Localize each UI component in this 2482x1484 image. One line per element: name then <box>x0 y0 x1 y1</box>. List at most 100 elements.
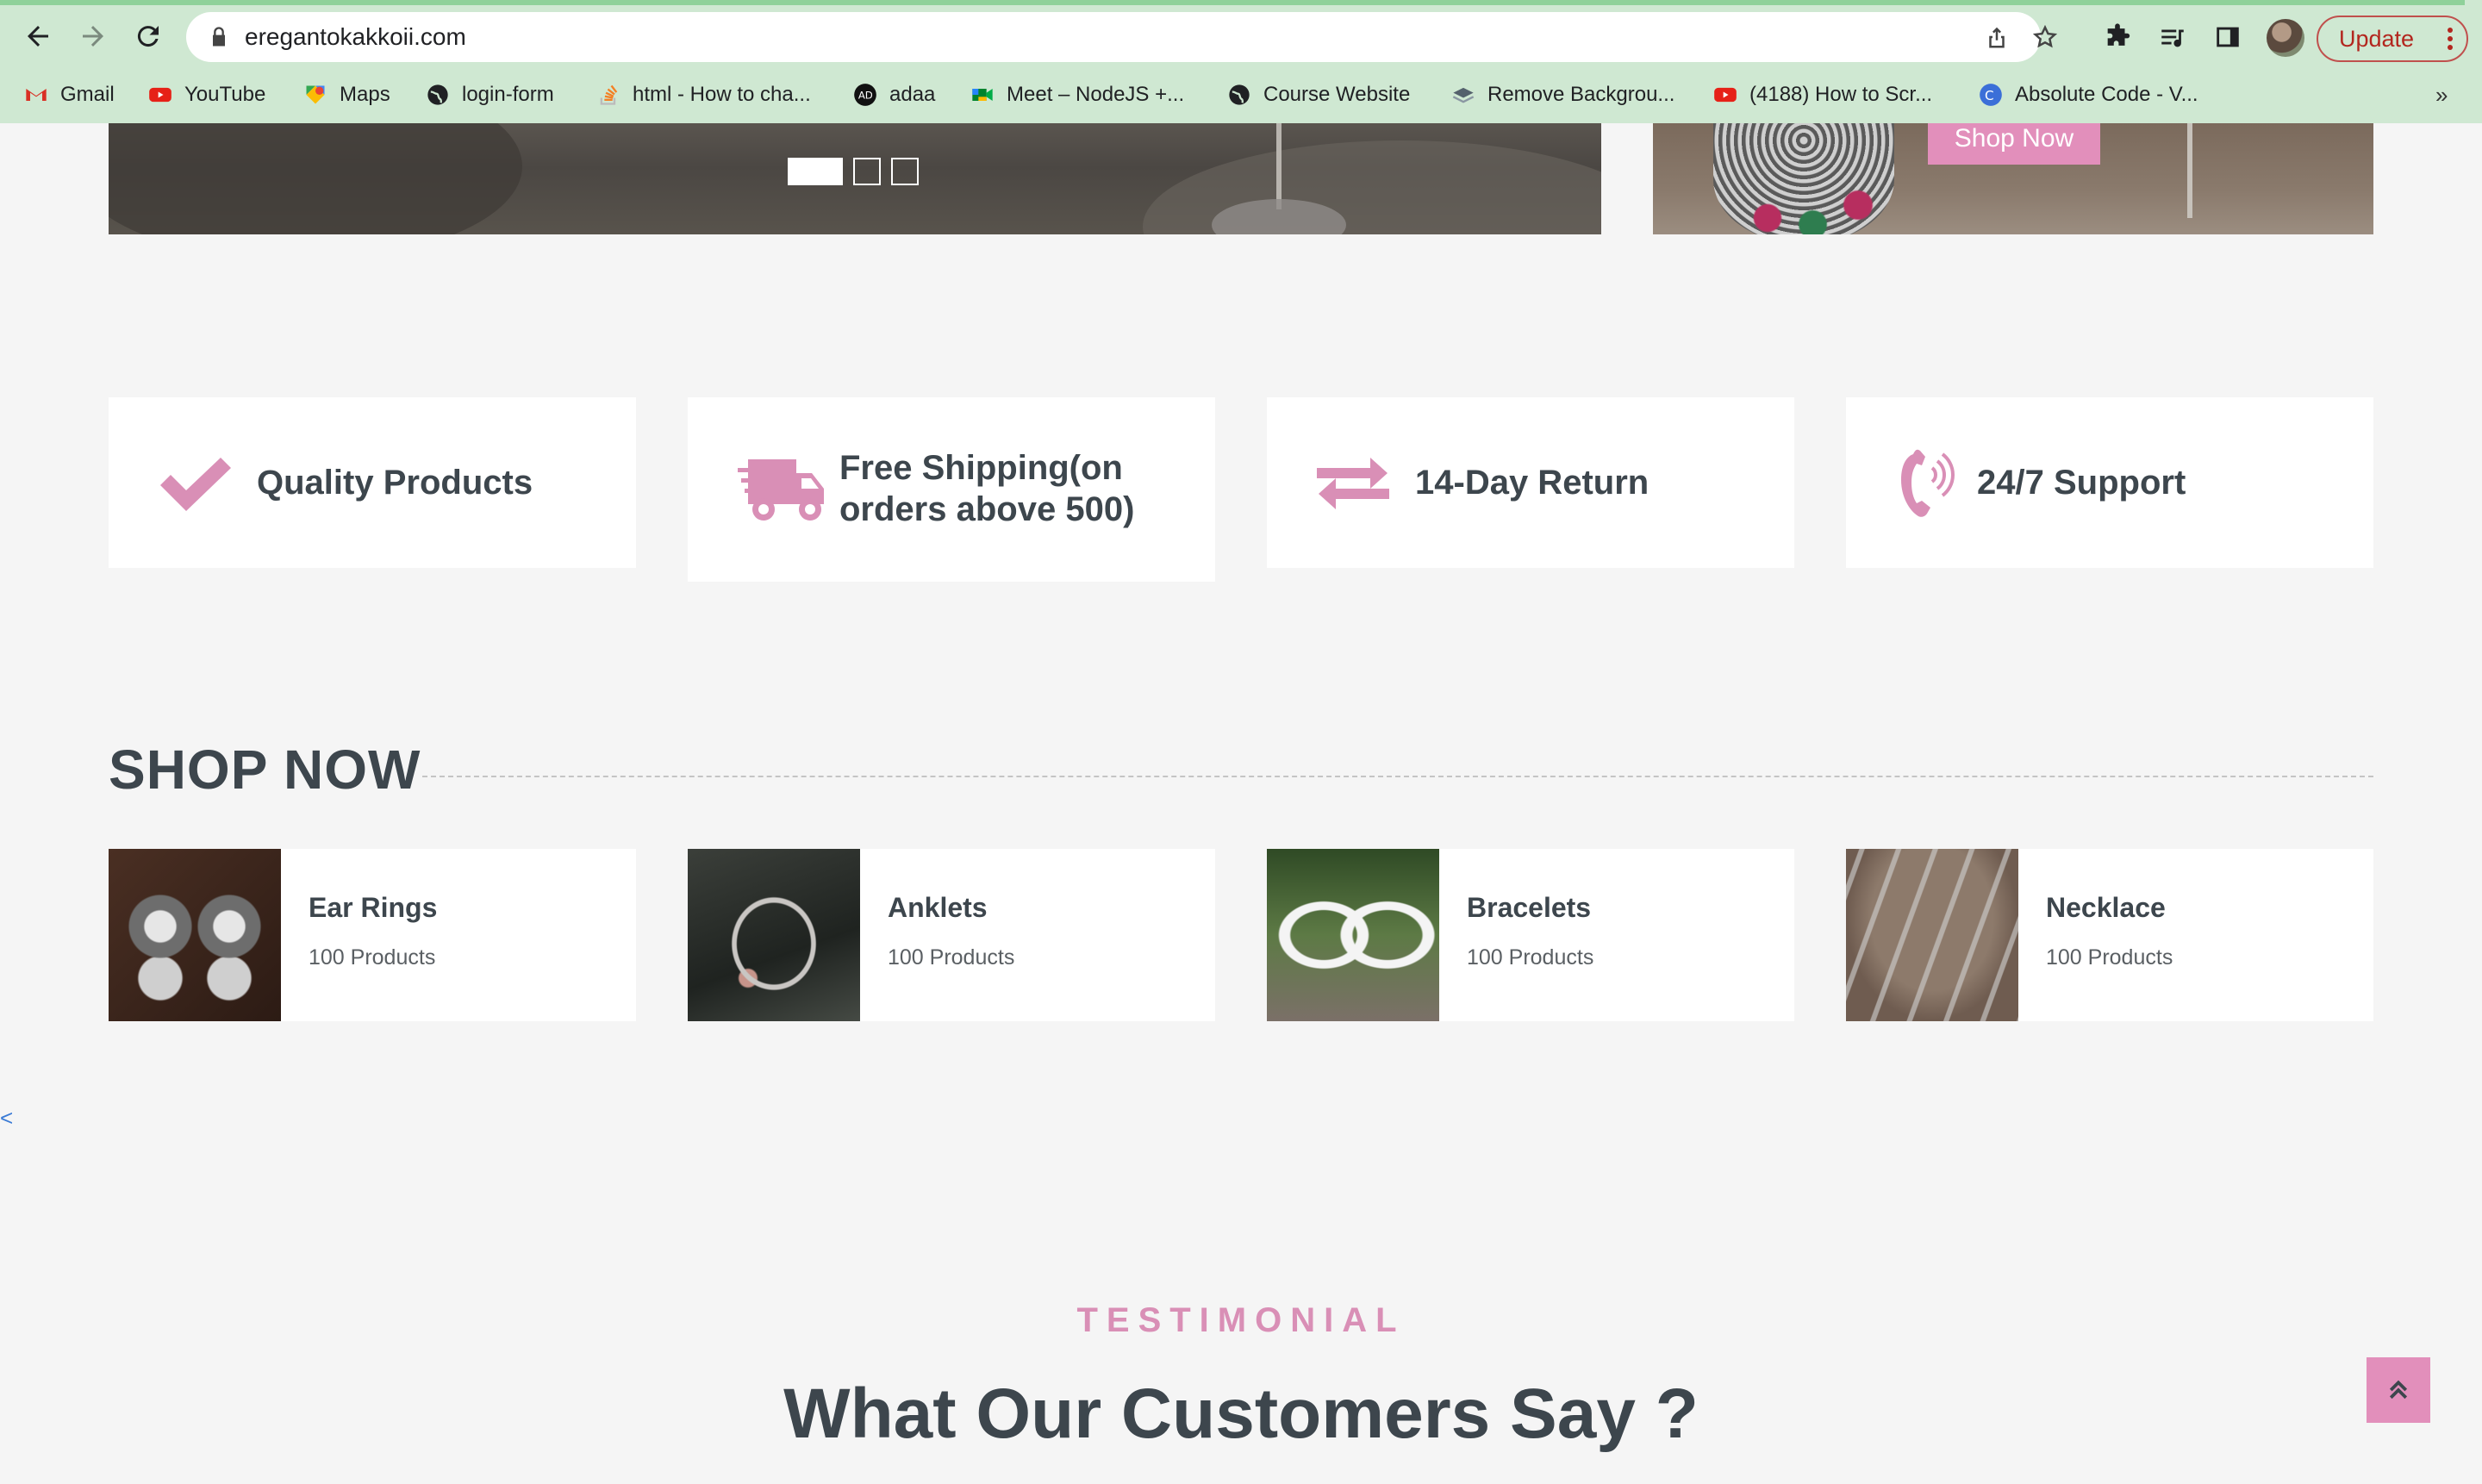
bookmark-absolute-code[interactable]: C Absolute Code - V... <box>1979 76 2198 114</box>
carousel-indicator-3[interactable] <box>891 158 919 185</box>
bookmark-course-website[interactable]: Course Website <box>1227 76 1410 114</box>
maps-icon <box>303 83 327 107</box>
reload-icon <box>137 26 159 47</box>
globe-icon <box>426 83 450 107</box>
bookmarks-overflow-button[interactable]: » <box>2435 76 2448 114</box>
double-chevron-up-icon <box>2389 1380 2408 1400</box>
bookmark-maps[interactable]: Maps <box>303 76 390 114</box>
adaa-icon: AD <box>853 83 877 107</box>
media-queue-icon[interactable] <box>2156 21 2189 53</box>
testimonial-kicker: TESTIMONIAL <box>1076 1301 1406 1339</box>
truck-icon <box>738 454 827 527</box>
bookmark-html-question[interactable]: html - How to cha... <box>596 76 811 114</box>
bookmark-label: Meet – NodeJS +... <box>1007 83 1185 106</box>
bookmarks-bar: Gmail YouTube Maps login-form html - How… <box>0 76 2482 114</box>
feature-free-shipping: Free Shipping(on orders above 500) <box>688 397 1215 582</box>
reload-button[interactable] <box>128 16 169 57</box>
category-card-bracelets[interactable]: Bracelets 100 Products <box>1267 849 1794 1021</box>
bookmark-label: login-form <box>462 83 554 106</box>
carousel-indicators <box>788 158 919 185</box>
back-button[interactable] <box>17 16 59 57</box>
bookmark-adaa[interactable]: AD adaa <box>853 76 935 114</box>
carousel-image-background <box>109 123 522 234</box>
category-card-anklets[interactable]: Anklets 100 Products <box>688 849 1215 1021</box>
category-card-ear-rings[interactable]: Ear Rings 100 Products <box>109 849 636 1021</box>
shop-now-button[interactable]: Shop Now <box>1928 123 2100 165</box>
extensions-icon[interactable] <box>2101 21 2134 53</box>
feature-14-day-return: 14-Day Return <box>1267 397 1794 568</box>
carousel-prev-arrow[interactable]: < <box>0 1105 13 1132</box>
bookmark-login-form[interactable]: login-form <box>426 76 554 114</box>
category-name: Anklets <box>888 892 988 923</box>
promo-jewelry-image <box>1713 123 1894 234</box>
svg-text:AD: AD <box>858 90 873 102</box>
removebg-icon <box>1451 83 1475 107</box>
bookmark-label: Absolute Code - V... <box>2015 83 2198 106</box>
svg-text:C: C <box>1985 88 1994 103</box>
section-divider <box>422 776 2373 777</box>
category-name: Necklace <box>2046 892 2166 923</box>
testimonial-heading: What Our Customers Say ? <box>783 1375 1699 1453</box>
bookmark-label: YouTube <box>184 83 266 106</box>
bracelets-image <box>1267 849 1439 1021</box>
bookmark-label: Maps <box>340 83 390 106</box>
exchange-icon <box>1317 454 1389 511</box>
browser-chrome: eregantokakkoii.com Update Gmail YouTube <box>0 0 2482 123</box>
absolute-code-icon: C <box>1979 83 2003 107</box>
category-count: 100 Products <box>2046 945 2173 970</box>
arrow-right-icon <box>83 26 103 47</box>
feature-label: 24/7 Support <box>1977 464 2186 502</box>
arrow-left-icon <box>28 26 48 47</box>
bookmark-youtube[interactable]: YouTube <box>148 76 265 114</box>
update-button[interactable]: Update <box>2317 16 2468 62</box>
bookmark-label: Remove Backgrou... <box>1487 83 1675 106</box>
update-label: Update <box>2339 26 2415 52</box>
bookmark-gmail[interactable]: Gmail <box>24 76 115 114</box>
category-count: 100 Products <box>888 945 1015 970</box>
bookmark-label: html - How to cha... <box>633 83 811 106</box>
side-panel-icon[interactable] <box>2211 21 2244 53</box>
feature-label: Quality Products <box>257 464 533 502</box>
category-name: Bracelets <box>1467 892 1592 923</box>
necklace-image <box>1846 849 2018 1021</box>
check-icon <box>157 456 234 511</box>
promo-banner: Shop Now <box>1653 123 2373 234</box>
youtube-icon <box>1713 83 1737 107</box>
forward-button[interactable] <box>72 16 114 57</box>
bookmark-label: Gmail <box>60 83 115 106</box>
bookmark-remove-background[interactable]: Remove Backgrou... <box>1451 76 1674 114</box>
category-count: 100 Products <box>1467 945 1594 970</box>
bookmark-meet[interactable]: Meet – NodeJS +... <box>970 76 1184 114</box>
kebab-menu-icon <box>2448 28 2453 50</box>
meet-icon <box>970 83 995 107</box>
browser-toolbar: eregantokakkoii.com Update <box>0 5 2482 67</box>
carousel-image-rock <box>1143 140 1601 234</box>
back-to-top-button[interactable] <box>2367 1357 2430 1423</box>
feature-quality-products: Quality Products <box>109 397 636 568</box>
hero-carousel <box>109 123 1601 234</box>
bookmark-youtube-video[interactable]: (4188) How to Scr... <box>1713 76 1932 114</box>
bookmark-label: (4188) How to Scr... <box>1749 83 1933 106</box>
phone-volume-icon <box>1894 446 1955 520</box>
url-text: eregantokakkoii.com <box>245 23 466 50</box>
anklets-image <box>688 849 860 1021</box>
category-card-necklace[interactable]: Necklace 100 Products <box>1846 849 2373 1021</box>
bookmark-label: Course Website <box>1263 83 1411 106</box>
bookmark-label: adaa <box>889 83 936 106</box>
globe-icon <box>1227 83 1251 107</box>
feature-label: 14-Day Return <box>1415 464 1649 502</box>
feature-24-7-support: 24/7 Support <box>1846 397 2373 568</box>
carousel-indicator-2[interactable] <box>853 158 881 185</box>
share-icon[interactable] <box>1984 24 2010 50</box>
profile-avatar[interactable] <box>2267 19 2304 57</box>
ear-rings-image <box>109 849 281 1021</box>
jewelry-stand <box>2187 123 2192 218</box>
feature-label: Free Shipping(on orders above 500) <box>839 449 1135 528</box>
address-bar[interactable]: eregantokakkoii.com <box>186 12 2058 62</box>
stackoverflow-icon <box>596 83 620 107</box>
star-icon[interactable] <box>2032 24 2058 50</box>
shop-now-heading: SHOP NOW <box>109 739 421 801</box>
jewelry-stand <box>1276 123 1282 209</box>
category-name: Ear Rings <box>309 892 438 923</box>
carousel-indicator-1[interactable] <box>788 158 843 185</box>
